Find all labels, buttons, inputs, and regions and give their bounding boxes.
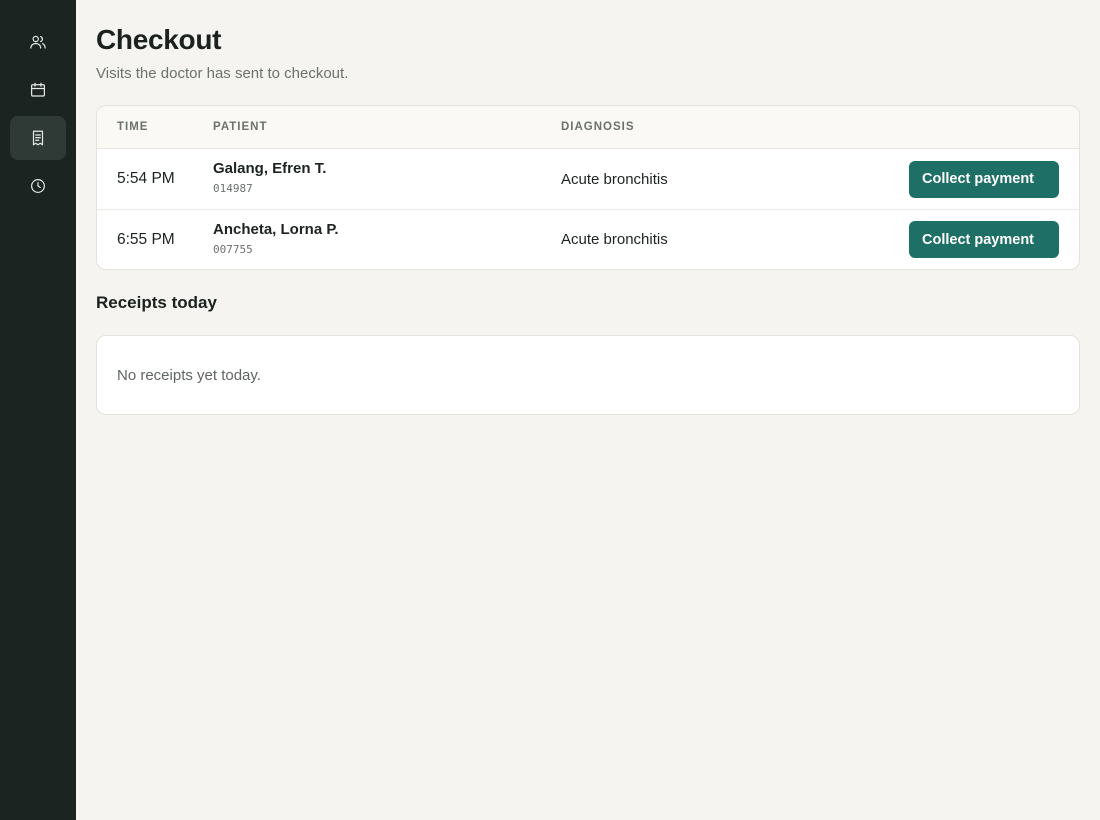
diagnosis: Acute bronchitis bbox=[561, 170, 668, 188]
main-content: Checkout Visits the doctor has sent to c… bbox=[96, 0, 1080, 415]
patient-id: 014987 bbox=[213, 182, 253, 195]
receipts-empty-state: No receipts yet today. bbox=[117, 366, 261, 384]
sidebar bbox=[0, 0, 76, 820]
clock-icon bbox=[31, 179, 45, 193]
patient-name: Ancheta, Lorna P. bbox=[213, 221, 339, 238]
diagnosis: Acute bronchitis bbox=[561, 231, 668, 248]
column-header-diagnosis: DIAGNOSIS bbox=[561, 121, 635, 133]
visit-time: 5:54 PM bbox=[117, 170, 175, 187]
table-row: 5:54 PM Galang, Efren T. 014987 Acute br… bbox=[97, 149, 1079, 209]
sidebar-item-schedule[interactable] bbox=[10, 68, 66, 112]
table-header: TIME PATIENT DIAGNOSIS bbox=[97, 106, 1079, 149]
sidebar-item-patients[interactable] bbox=[10, 20, 66, 64]
receipts-card: No receipts yet today. bbox=[96, 335, 1080, 415]
column-header-patient: PATIENT bbox=[213, 121, 268, 133]
page-subtitle: Visits the doctor has sent to checkout. bbox=[96, 65, 349, 82]
calendar-icon bbox=[31, 82, 45, 97]
receipt-icon bbox=[32, 130, 44, 146]
page-title: Checkout bbox=[96, 24, 222, 55]
checkout-table: TIME PATIENT DIAGNOSIS 5:54 PM Galang, E… bbox=[96, 105, 1080, 270]
sidebar-item-checkout[interactable] bbox=[10, 116, 66, 160]
table-row: 6:55 PM Ancheta, Lorna P. 007755 Acute b… bbox=[97, 209, 1079, 269]
patient-id: 007755 bbox=[213, 243, 253, 256]
column-header-time: TIME bbox=[117, 121, 149, 133]
patient-cell: Ancheta, Lorna P. 007755 bbox=[213, 221, 339, 257]
collect-payment-button[interactable]: Collect payment bbox=[909, 160, 1059, 198]
visit-time: 6:55 PM bbox=[117, 230, 175, 248]
users-icon bbox=[30, 35, 46, 49]
collect-payment-button[interactable]: Collect payment bbox=[909, 221, 1059, 258]
sidebar-item-history[interactable] bbox=[10, 164, 66, 208]
receipts-section-title: Receipts today bbox=[96, 293, 217, 312]
patient-cell: Galang, Efren T. 014987 bbox=[213, 160, 326, 196]
patient-name: Galang, Efren T. bbox=[213, 160, 327, 177]
